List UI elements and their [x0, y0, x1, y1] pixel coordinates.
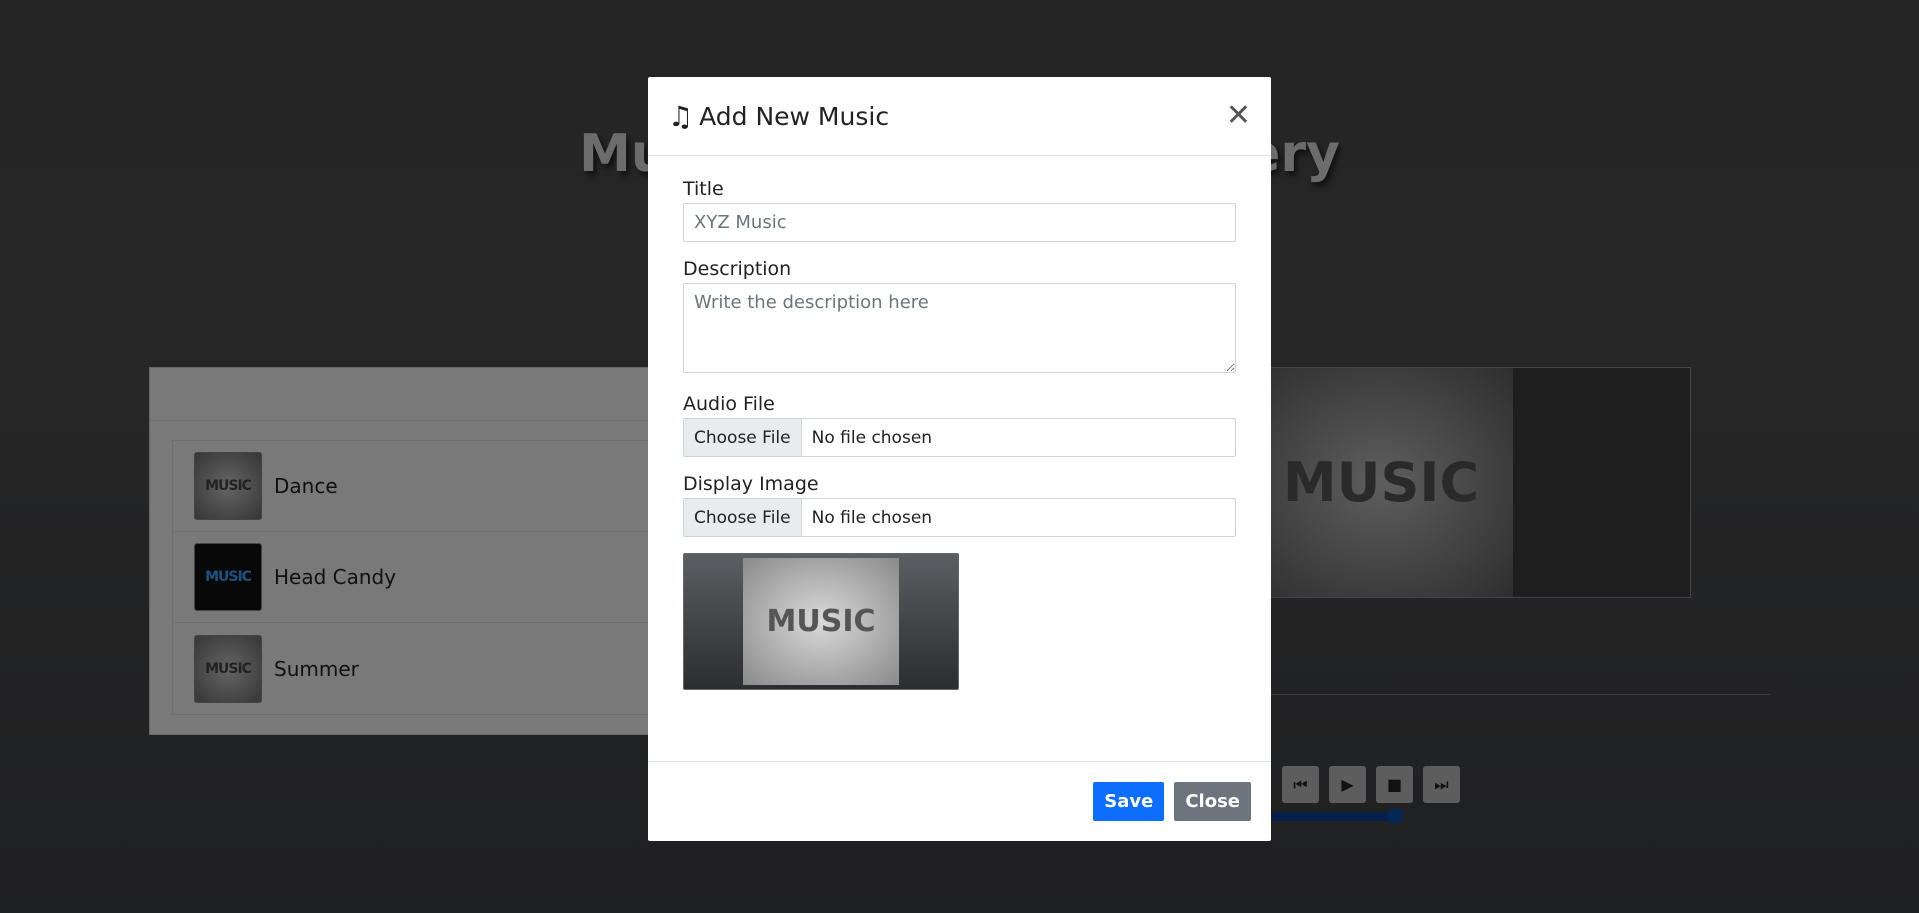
- description-label: Description: [683, 258, 792, 280]
- save-button[interactable]: Save: [1093, 782, 1165, 821]
- modal-footer: Save Close: [648, 761, 1271, 841]
- music-note-icon: ♫: [668, 99, 694, 133]
- close-icon[interactable]: ✕: [1226, 101, 1251, 131]
- image-file-status: No file chosen: [811, 507, 933, 528]
- audio-choose-file-button[interactable]: Choose File: [684, 419, 802, 456]
- modal-body: Title Description Audio File Choose File…: [648, 156, 1271, 690]
- image-preview-art: MUSIC: [743, 558, 899, 685]
- description-textarea[interactable]: [683, 283, 1236, 373]
- title-input[interactable]: [683, 203, 1236, 242]
- image-choose-file-button[interactable]: Choose File: [684, 499, 802, 536]
- display-image-label: Display Image: [683, 473, 819, 495]
- audio-file-input[interactable]: Choose File No file chosen: [683, 418, 1236, 457]
- title-label: Title: [683, 178, 724, 200]
- modal-title-text: Add New Music: [699, 101, 890, 131]
- close-button[interactable]: Close: [1174, 782, 1251, 821]
- modal-title: ♫ Add New Music: [668, 100, 889, 133]
- audio-file-label: Audio File: [683, 393, 775, 415]
- add-music-modal: ♫ Add New Music ✕ Title Description Audi…: [648, 77, 1271, 841]
- image-file-input[interactable]: Choose File No file chosen: [683, 498, 1236, 537]
- image-preview: MUSIC: [683, 553, 959, 690]
- audio-file-status: No file chosen: [811, 427, 933, 448]
- modal-header: ♫ Add New Music ✕: [648, 77, 1271, 156]
